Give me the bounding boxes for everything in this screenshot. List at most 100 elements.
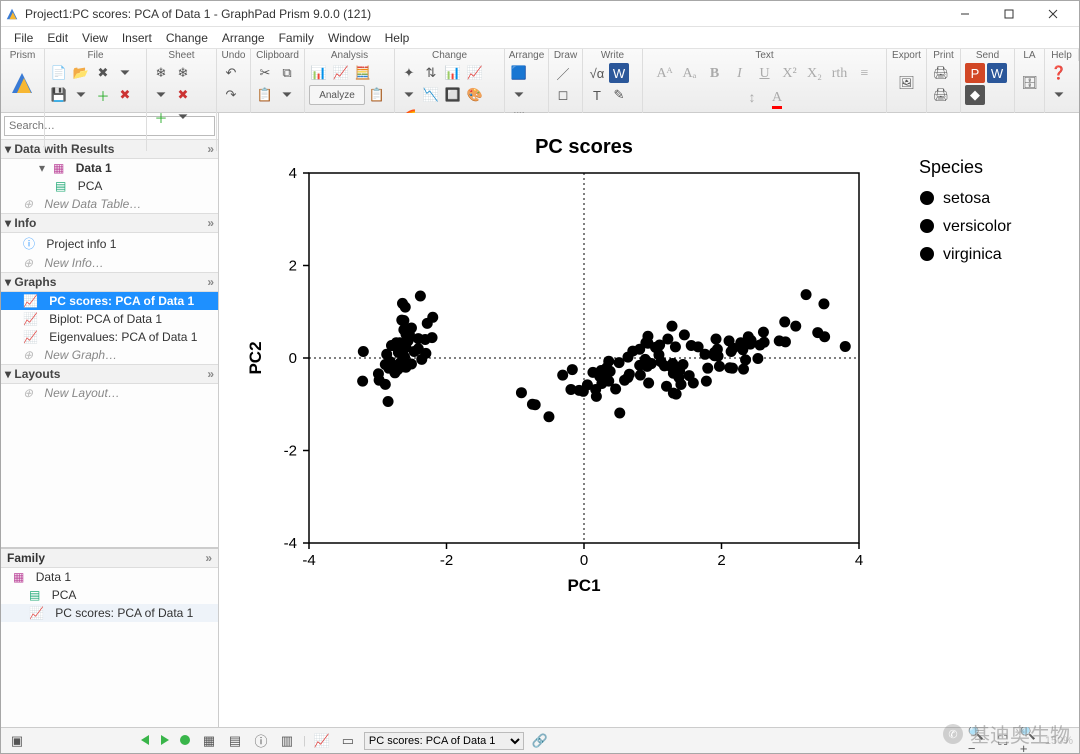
del-sheet-icon[interactable]: ✖ — [173, 85, 193, 105]
section-info[interactable]: ▾ Info» — [1, 213, 218, 233]
sheet-dd-icon[interactable]: ⏷ — [151, 85, 171, 105]
arrange-2-icon[interactable]: ⏷ — [509, 85, 529, 105]
bold-icon[interactable]: B — [704, 63, 726, 85]
save-icon[interactable]: 💾 — [49, 85, 69, 105]
tree-item-new-layout[interactable]: ⊕ New Layout… — [1, 384, 218, 402]
draw-line-icon[interactable]: ／ — [553, 63, 573, 83]
send-word-icon[interactable]: W — [987, 63, 1007, 83]
delete-icon[interactable]: ✖ — [115, 85, 135, 105]
family-item[interactable]: ▤ PCA — [1, 586, 218, 604]
arrange-1-icon[interactable]: 🟦 — [509, 63, 529, 83]
new-file-icon[interactable]: 📄 — [49, 63, 69, 83]
paste-icon[interactable]: 📋 — [255, 85, 275, 105]
recent-icon[interactable]: ⏷ — [115, 63, 135, 83]
family-item[interactable]: 📈 PC scores: PCA of Data 1 — [1, 604, 218, 622]
tree-item-graph-eigen[interactable]: 📈 Eigenvalues: PCA of Data 1 — [1, 328, 218, 346]
pencil-icon[interactable]: ✎ — [609, 85, 629, 105]
sheet-dd2-icon[interactable]: ⏷ — [173, 107, 193, 127]
change-8-icon[interactable]: 🎨 — [465, 85, 485, 105]
menu-arrange[interactable]: Arrange — [215, 29, 272, 47]
write-w-icon[interactable]: W — [609, 63, 629, 83]
view-data-icon[interactable]: ▦ — [199, 731, 219, 751]
tree-item-new-info[interactable]: ⊕ New Info… — [1, 254, 218, 272]
fontsize-inc-icon[interactable]: rth — [829, 63, 851, 85]
cut-icon[interactable]: ✂ — [255, 63, 275, 83]
font-color-icon[interactable]: A — [766, 88, 788, 110]
change-2-icon[interactable]: ⇅ — [421, 63, 441, 83]
change-3-icon[interactable]: 📊 — [443, 63, 463, 83]
nav-play-icon[interactable] — [159, 734, 173, 748]
la-icon[interactable]: 🗄 — [1019, 63, 1040, 103]
dup-sheet-icon[interactable]: ❄ — [173, 63, 193, 83]
copy-icon[interactable]: ⧉ — [277, 63, 297, 83]
maximize-button[interactable] — [987, 1, 1031, 27]
view-info-icon[interactable]: ⓘ — [251, 731, 271, 751]
open-file-icon[interactable]: 📂 — [71, 63, 91, 83]
change-1-icon[interactable]: ✦ — [399, 63, 419, 83]
sheet-selector[interactable]: PC scores: PCA of Data 1 — [364, 732, 524, 750]
link-icon[interactable]: 🔗 — [530, 731, 550, 751]
close-file-icon[interactable]: ✖ — [93, 63, 113, 83]
menu-window[interactable]: Window — [321, 29, 378, 47]
menu-help[interactable]: Help — [378, 29, 417, 47]
nav-first-icon[interactable] — [139, 734, 153, 748]
family-header[interactable]: Family» — [1, 548, 218, 568]
view-results-icon[interactable]: ▤ — [225, 731, 245, 751]
tree-item-data1[interactable]: ▾▦ Data 1 — [1, 159, 218, 177]
menu-change[interactable]: Change — [159, 29, 215, 47]
align-icon[interactable]: ≡ — [854, 63, 876, 85]
view-layout-icon[interactable]: ▭ — [338, 731, 358, 751]
tree-item-graph-pcscores[interactable]: 📈 PC scores: PCA of Data 1 — [1, 292, 218, 310]
menu-family[interactable]: Family — [272, 29, 321, 47]
view-reorder-icon[interactable]: ▥ — [277, 731, 297, 751]
line-spacing-icon[interactable]: ↕ — [741, 88, 763, 110]
prism-icon[interactable] — [5, 63, 39, 103]
sqrt-icon[interactable]: √α — [587, 63, 607, 83]
strike-icon[interactable]: X² — [779, 63, 801, 85]
undo-icon[interactable]: ↶ — [221, 63, 241, 83]
analysis-a-icon[interactable]: 📊 — [309, 63, 329, 83]
analysis-list-icon[interactable]: 📋 — [367, 85, 387, 105]
add-icon[interactable]: ＋ — [93, 85, 113, 105]
tree-item-pca[interactable]: ▤ PCA — [1, 177, 218, 195]
sub2-icon[interactable]: X₂ — [804, 63, 826, 85]
text-tool-icon[interactable]: T — [587, 85, 607, 105]
menu-view[interactable]: View — [75, 29, 115, 47]
tree-item-new-data[interactable]: ⊕ New Data Table… — [1, 195, 218, 213]
saveas-icon[interactable]: ⏷ — [71, 85, 91, 105]
draw-shape-icon[interactable]: ◻ — [553, 85, 573, 105]
help-icon[interactable]: ❓ — [1049, 63, 1069, 83]
menu-file[interactable]: File — [7, 29, 40, 47]
view-graph-icon[interactable]: 📈 — [312, 731, 332, 751]
change-4-icon[interactable]: 📈 — [465, 63, 485, 83]
underline-icon[interactable]: U — [754, 63, 776, 85]
export-icon[interactable]: 🖼 — [891, 63, 922, 103]
graph-canvas[interactable]: PC scores-4-2024-4-2024PC1PC2Speciesseto… — [219, 113, 1079, 727]
section-layouts[interactable]: ▾ Layouts» — [1, 364, 218, 384]
sheet-add-icon[interactable]: ＋ — [151, 107, 171, 127]
subscript-icon[interactable]: Aₐ — [679, 63, 701, 85]
analysis-c-icon[interactable]: 🧮 — [353, 63, 373, 83]
help-dd-icon[interactable]: ⏷ — [1049, 85, 1069, 105]
minimize-button[interactable] — [943, 1, 987, 27]
close-button[interactable] — [1031, 1, 1075, 27]
menu-insert[interactable]: Insert — [115, 29, 159, 47]
redo-icon[interactable]: ↷ — [221, 85, 241, 105]
send-other-icon[interactable]: ◆ — [965, 85, 985, 105]
send-ppt-icon[interactable]: P — [965, 63, 985, 83]
tree-item-graph-biplot[interactable]: 📈 Biplot: PCA of Data 1 — [1, 310, 218, 328]
print-dd-icon[interactable]: 🖨 — [931, 85, 951, 105]
change-5-icon[interactable]: ⏷ — [399, 85, 419, 105]
italic-icon[interactable]: I — [729, 63, 751, 85]
menu-edit[interactable]: Edit — [40, 29, 75, 47]
change-6-icon[interactable]: 📉 — [421, 85, 441, 105]
superscript-icon[interactable]: Aᴬ — [654, 63, 676, 85]
tree-item-projinfo[interactable]: ⓘ Project info 1 — [1, 233, 218, 254]
family-item[interactable]: ▦ Data 1 — [1, 568, 218, 586]
tree-item-new-graph[interactable]: ⊕ New Graph… — [1, 346, 218, 364]
nav-add-icon[interactable] — [179, 734, 193, 748]
new-sheet-icon[interactable]: ❄ — [151, 63, 171, 83]
paste-dd-icon[interactable]: ⏷ — [277, 85, 297, 105]
status-sheet-icon[interactable]: ▣ — [7, 731, 27, 751]
print-icon[interactable]: 🖨 — [931, 63, 951, 83]
